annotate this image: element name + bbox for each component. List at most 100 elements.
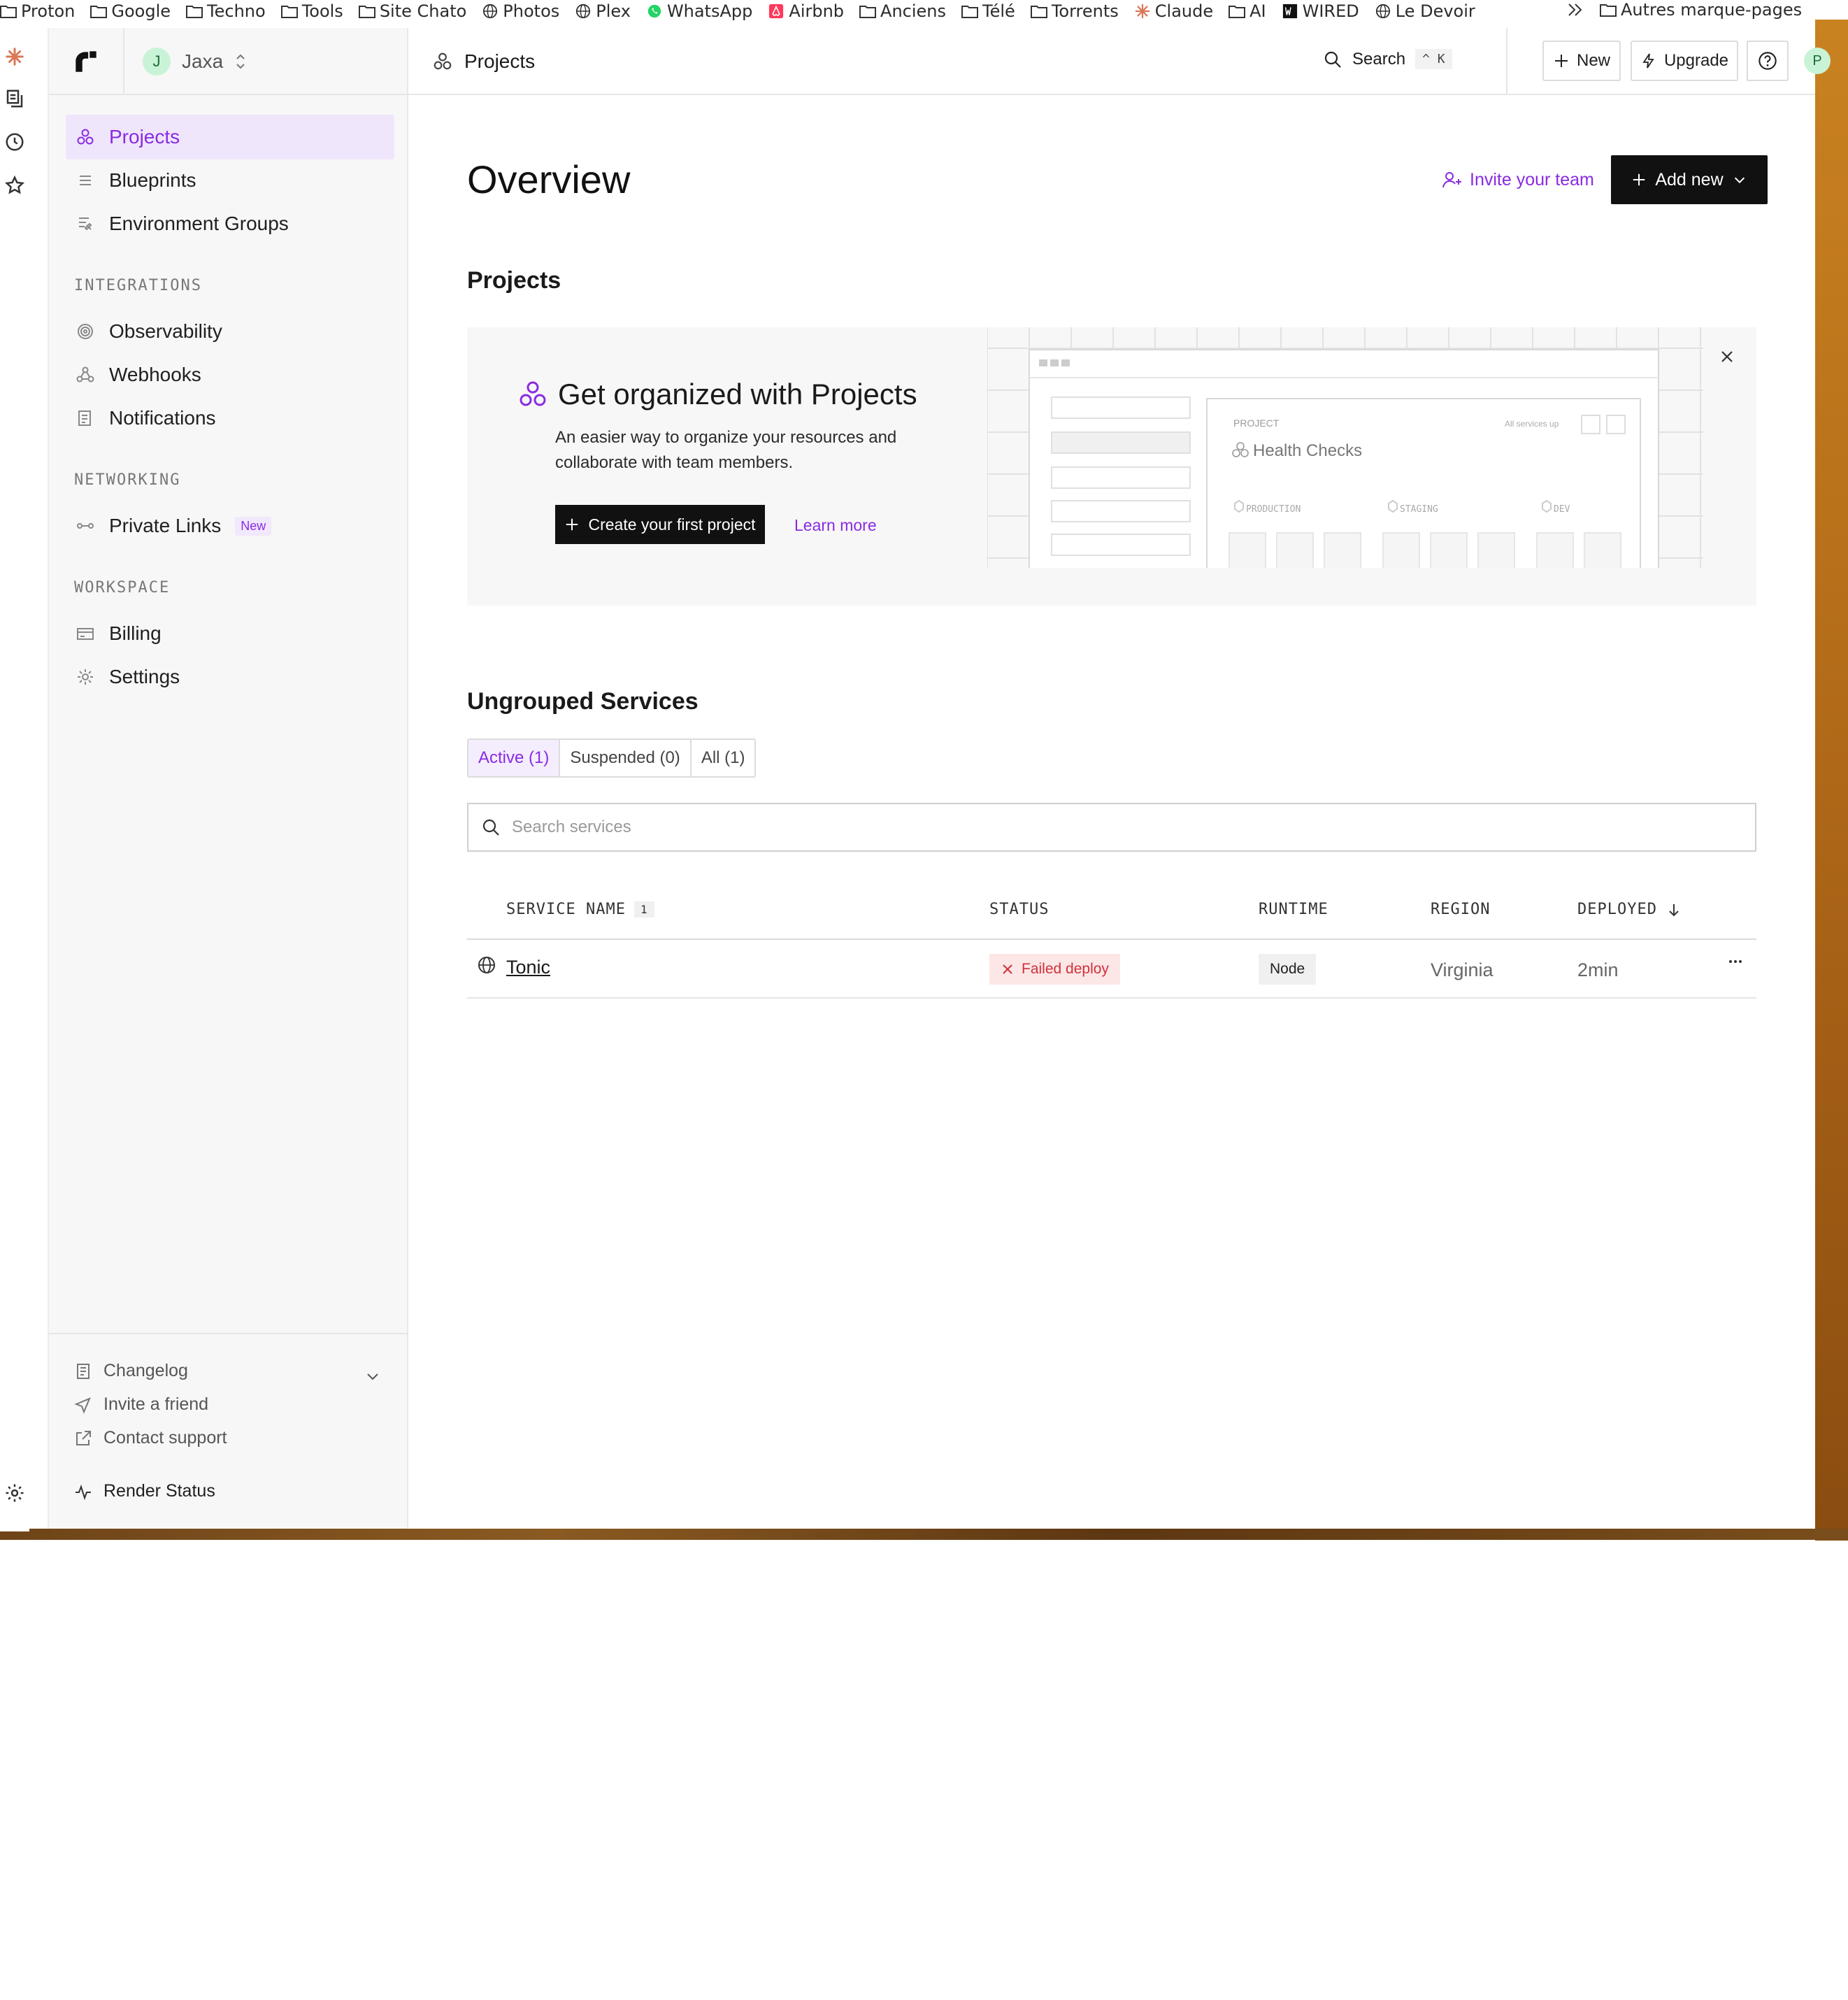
projects-icon	[520, 381, 546, 406]
illus-env-staging: STAGING	[1400, 504, 1438, 515]
add-user-icon	[1442, 172, 1461, 188]
bookmark-tools[interactable]: Tools	[280, 1, 343, 21]
row-actions-menu[interactable]	[1727, 952, 1744, 975]
globe-icon	[483, 3, 498, 19]
bookmark-proton[interactable]: Proton	[0, 1, 75, 21]
search-icon	[1324, 51, 1341, 68]
sidebar-item-blueprints[interactable]: Blueprints	[66, 158, 394, 203]
bookmark-google[interactable]: Google	[90, 1, 171, 21]
settings-icon	[78, 669, 93, 685]
history-icon[interactable]	[4, 131, 25, 152]
bookmark-ai[interactable]: AI	[1229, 1, 1266, 21]
sidebar-item-projects[interactable]: Projects	[66, 115, 394, 159]
new-button[interactable]: New	[1542, 41, 1621, 81]
desktop-wallpaper	[1815, 20, 1848, 1541]
bookmark-plex[interactable]: Plex	[575, 1, 631, 21]
blueprints-icon	[80, 176, 91, 185]
invite-friend-link[interactable]: Invite a friend	[74, 1394, 208, 1415]
illus-env-dev: DEV	[1554, 504, 1570, 515]
integrations-heading: INTEGRATIONS	[74, 277, 202, 294]
gear-icon[interactable]	[4, 1483, 25, 1503]
notifications-icon	[78, 410, 91, 426]
sidebar-item-environment-groups[interactable]: Environment Groups	[66, 201, 394, 246]
star-icon[interactable]	[4, 175, 25, 196]
app-window: J Jaxa Projects Blueprints Environment G…	[48, 28, 1831, 1529]
chevron-down-icon[interactable]	[364, 1368, 382, 1386]
plus-icon	[1554, 55, 1568, 67]
tab-suspended[interactable]: Suspended (0)	[560, 740, 692, 776]
column-deployed[interactable]: DEPLOYED	[1577, 901, 1682, 918]
x-icon	[1003, 964, 1012, 974]
bookmark-wired[interactable]: WIRED	[1282, 1, 1359, 21]
search-services-field[interactable]	[467, 803, 1756, 852]
sidebar-item-notifications[interactable]: Notifications	[66, 396, 394, 441]
ungrouped-services-title: Ungrouped Services	[467, 688, 699, 715]
bookmark-anciens[interactable]: Anciens	[859, 1, 946, 21]
render-logo[interactable]	[49, 28, 124, 95]
bookmark-other[interactable]: Autres marque-pages	[1600, 0, 1802, 20]
help-button[interactable]	[1747, 41, 1789, 81]
table-header-divider	[467, 938, 1756, 940]
activity-icon	[76, 1484, 91, 1500]
whatsapp-icon	[647, 4, 661, 18]
chevrons-right-icon[interactable]	[1566, 2, 1584, 17]
learn-more-link[interactable]: Learn more	[794, 516, 877, 535]
sidebar-item-private-links[interactable]: Private Links New	[66, 503, 394, 548]
bookmarks-overflow: Autres marque-pages	[1566, 0, 1802, 20]
invite-team-button[interactable]: Invite your team	[1442, 169, 1594, 190]
promo-title: Get organized with Projects	[517, 378, 917, 411]
workspace-avatar: J	[143, 48, 171, 76]
claude-icon	[1135, 3, 1150, 19]
tab-all[interactable]: All (1)	[692, 740, 755, 776]
sidebar-item-settings[interactable]: Settings	[66, 655, 394, 699]
search-services-input[interactable]	[512, 817, 1700, 837]
bookmark-techno[interactable]: Techno	[186, 1, 266, 21]
arrow-down-icon	[1669, 903, 1679, 916]
breadcrumb[interactable]: Projects	[432, 50, 535, 73]
workspace-switcher[interactable]: J Jaxa	[143, 48, 247, 76]
bookmark-le-devoir[interactable]: Le Devoir	[1375, 1, 1475, 21]
service-count-badge: 1	[633, 901, 654, 917]
bookmark-tele[interactable]: Télé	[961, 1, 1015, 21]
close-icon[interactable]	[1719, 348, 1735, 365]
search-icon	[482, 819, 499, 836]
folder-icon	[90, 6, 108, 18]
claude-icon[interactable]	[4, 46, 25, 67]
service-name-link[interactable]: Tonic	[506, 957, 550, 978]
sidebar-item-observability[interactable]: Observability	[66, 309, 394, 354]
create-first-project-button[interactable]: Create your first project	[555, 505, 765, 544]
bookmark-airbnb[interactable]: Airbnb	[768, 1, 844, 21]
sidebar-item-webhooks[interactable]: Webhooks	[66, 352, 394, 397]
sidebar-item-billing[interactable]: Billing	[66, 611, 394, 656]
bookmark-whatsapp[interactable]: WhatsApp	[646, 1, 752, 21]
contact-support-link[interactable]: Contact support	[74, 1428, 227, 1448]
sidebar: J Jaxa Projects Blueprints Environment G…	[48, 28, 408, 1529]
bookmark-photos[interactable]: Photos	[482, 1, 559, 21]
column-region[interactable]: REGION	[1431, 901, 1490, 918]
bookmark-site-chato[interactable]: Site Chato	[358, 1, 466, 21]
observability-icon	[78, 324, 93, 339]
column-status[interactable]: STATUS	[989, 901, 1049, 918]
illus-env-production: PRODUCTION	[1246, 504, 1301, 515]
render-status-link[interactable]: Render Status	[74, 1481, 215, 1501]
send-icon	[74, 1397, 91, 1414]
private-links-icon	[77, 523, 94, 529]
tab-active[interactable]: Active (1)	[468, 740, 561, 776]
column-service-name[interactable]: SERVICE NAME 1	[506, 901, 654, 918]
illus-status: All services up	[1505, 419, 1559, 429]
add-new-button[interactable]: Add new	[1611, 155, 1768, 204]
projects-promo-card: Get organized with Projects An easier wa…	[467, 327, 1756, 606]
illus-project-name: Health Checks	[1253, 441, 1362, 460]
changelog-link[interactable]: Changelog	[74, 1361, 188, 1381]
search-button[interactable]: Search ^ K	[1323, 49, 1452, 69]
column-runtime[interactable]: RUNTIME	[1259, 901, 1328, 918]
reading-list-icon[interactable]	[4, 88, 25, 109]
browser-sidebar	[0, 28, 29, 1531]
folder-icon	[1030, 6, 1047, 18]
external-link-icon	[76, 1430, 91, 1445]
bookmark-claude[interactable]: Claude	[1134, 1, 1213, 21]
wired-icon	[1282, 3, 1297, 19]
user-avatar[interactable]: P	[1804, 48, 1831, 74]
bookmark-torrents[interactable]: Torrents	[1030, 1, 1119, 21]
upgrade-button[interactable]: Upgrade	[1631, 41, 1738, 81]
